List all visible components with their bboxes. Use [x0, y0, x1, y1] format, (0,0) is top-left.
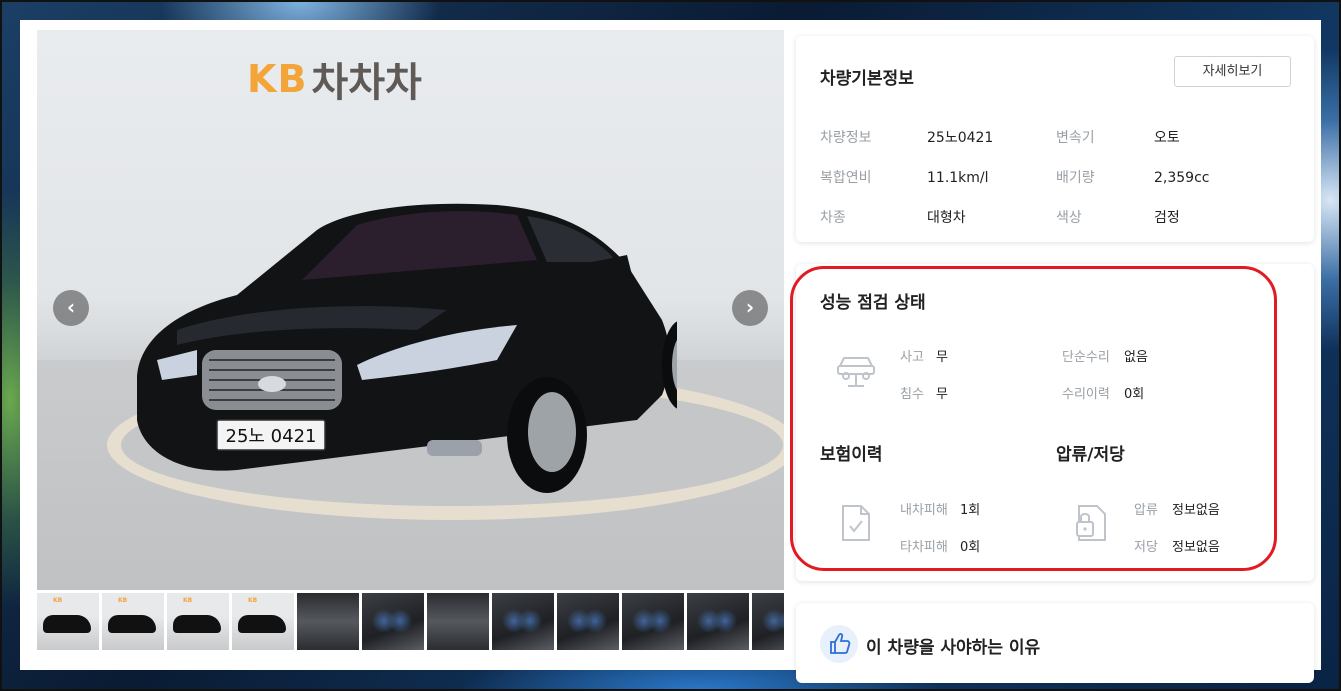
thumbnail-5[interactable]	[297, 593, 359, 650]
document-check-icon	[842, 505, 870, 541]
thumbnail-12[interactable]	[752, 593, 784, 650]
info-label: 차종	[820, 210, 846, 226]
thumbnail-2[interactable]: KB	[102, 593, 164, 650]
chevron-right-icon: ›	[745, 295, 755, 319]
car-image: 25노 0421	[137, 203, 677, 493]
car-detail-page: KB 차차차 25노 0421 ‹ › KB KB KB KB 차량기본정보 자…	[20, 20, 1321, 683]
flood-value: 무	[936, 387, 948, 402]
basic-info-title: 차량기본정보	[820, 69, 914, 89]
reason-title: 이 차량을 사야하는 이유	[866, 638, 1041, 658]
thumbnail-9[interactable]	[557, 593, 619, 650]
simple-repair-label: 단순수리	[1062, 350, 1110, 365]
next-photo-button[interactable]: ›	[732, 290, 768, 326]
detail-view-button[interactable]: 자세히보기	[1174, 56, 1291, 87]
seizure-value: 정보없음	[1172, 503, 1220, 518]
accident-label: 사고	[900, 350, 924, 365]
reason-card[interactable]: 이 차량을 사야하는 이유	[796, 603, 1314, 683]
info-label: 차량정보	[820, 130, 872, 146]
license-plate-text: 25노 0421	[226, 426, 317, 447]
mortgage-value: 정보없음	[1172, 540, 1220, 555]
own-damage-value: 1회	[960, 503, 981, 518]
accident-value: 무	[936, 350, 948, 365]
thumbnail-7[interactable]	[427, 593, 489, 650]
info-value: 25노0421	[927, 130, 994, 146]
thumbnail-8[interactable]	[492, 593, 554, 650]
thumbnail-strip: KB KB KB KB	[37, 593, 784, 650]
repair-history-value: 0회	[1124, 387, 1145, 402]
main-car-photo[interactable]: KB 차차차 25노 0421 ‹ ›	[37, 30, 784, 590]
info-value: 11.1km/l	[927, 170, 989, 186]
info-value: 오토	[1154, 130, 1180, 146]
repair-history-label: 수리이력	[1062, 387, 1110, 402]
lock-document-icon	[1076, 505, 1106, 541]
info-label: 변속기	[1056, 130, 1095, 146]
basic-info-grid: 차량정보 25노0421 변속기 오토 복합연비 11.1km/l 배기량 2,…	[820, 128, 1290, 248]
logo-kb: KB	[247, 57, 308, 101]
thumbnail-6[interactable]	[362, 593, 424, 650]
flood-label: 침수	[900, 387, 924, 402]
chevron-left-icon: ‹	[66, 295, 76, 319]
info-row: 복합연비 11.1km/l 배기량 2,359cc	[820, 168, 1290, 208]
info-value: 2,359cc	[1154, 170, 1210, 186]
prev-photo-button[interactable]: ‹	[53, 290, 89, 326]
info-label: 복합연비	[820, 170, 872, 186]
thumbnail-1[interactable]: KB	[37, 593, 99, 650]
logo-brand-name: 차차차	[311, 60, 422, 106]
other-damage-label: 타차피해	[900, 540, 948, 555]
info-value: 검정	[1154, 210, 1180, 226]
kb-chachacha-logo: KB 차차차	[247, 50, 422, 110]
simple-repair-value: 없음	[1124, 350, 1148, 365]
performance-card: 성능 점검 상태 사고 무 단순수리 없음 침수 무 수리이력 0회 보험이력 …	[796, 264, 1314, 581]
thumbnail-3[interactable]: KB	[167, 593, 229, 650]
info-value: 대형차	[927, 210, 966, 226]
performance-title: 성능 점검 상태	[820, 293, 926, 313]
own-damage-label: 내차피해	[900, 503, 948, 518]
mortgage-label: 저당	[1134, 540, 1158, 555]
seizure-title: 압류/저당	[1056, 445, 1125, 465]
info-row: 차량정보 25노0421 변속기 오토	[820, 128, 1290, 168]
thumbnail-4[interactable]: KB	[232, 593, 294, 650]
thumbs-up-icon	[820, 625, 858, 663]
info-label: 색상	[1056, 210, 1082, 226]
seizure-label: 압류	[1134, 503, 1158, 518]
info-row: 차종 대형차 색상 검정	[820, 208, 1290, 248]
thumbnail-11[interactable]	[687, 593, 749, 650]
car-lift-icon	[837, 357, 875, 387]
thumbnail-10[interactable]	[622, 593, 684, 650]
other-damage-value: 0회	[960, 540, 981, 555]
insurance-title: 보험이력	[820, 445, 883, 465]
basic-info-card: 차량기본정보 자세히보기 차량정보 25노0421 변속기 오토 복합연비 11…	[796, 36, 1314, 242]
info-label: 배기량	[1056, 170, 1095, 186]
